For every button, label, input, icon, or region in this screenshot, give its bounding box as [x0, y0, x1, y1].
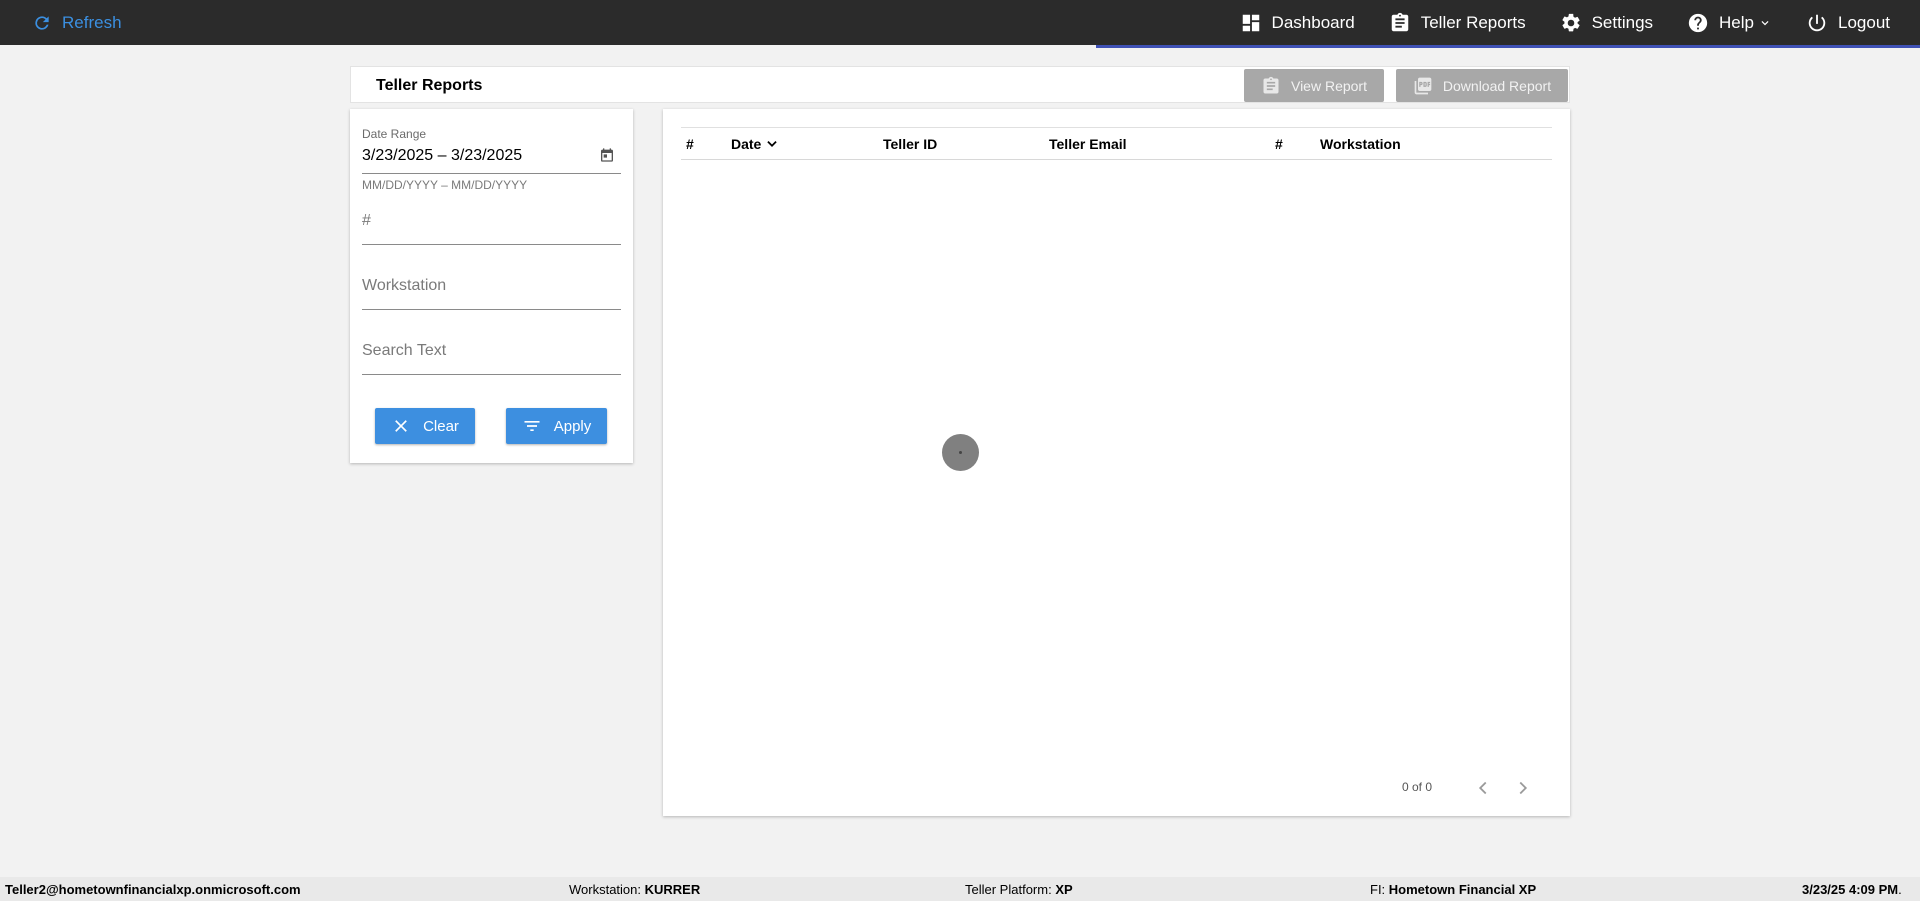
- workstation-placeholder: Workstation: [362, 277, 447, 294]
- col-header-date[interactable]: Date: [731, 136, 779, 152]
- date-range-value[interactable]: 3/23/2025 – 3/23/2025: [362, 147, 621, 165]
- chevron-left-icon: [1478, 781, 1487, 795]
- footer-datetime-value: 3/23/25 4:09 PM: [1802, 882, 1899, 897]
- date-range-label: Date Range: [362, 127, 427, 141]
- nav-teller-reports[interactable]: Teller Reports: [1389, 12, 1526, 34]
- help-icon: [1688, 13, 1708, 32]
- pagination-status: 0 of 0: [1402, 780, 1433, 794]
- number-underline: [362, 244, 621, 245]
- date-range-underline: [362, 173, 621, 174]
- refresh-icon: [35, 16, 49, 30]
- pdf-icon: [1414, 77, 1432, 94]
- footer-workstation-label: Workstation:: [569, 882, 645, 897]
- close-icon: [395, 420, 407, 432]
- footer-platform: Teller Platform: XP: [965, 882, 1073, 897]
- footer-datetime: 3/23/25 4:09 PM.: [1802, 882, 1902, 897]
- download-report-button[interactable]: Download Report: [1396, 69, 1568, 102]
- clear-label: Clear: [423, 417, 459, 435]
- clear-button[interactable]: Clear: [375, 408, 475, 444]
- chevron-down-icon: [1761, 20, 1769, 25]
- loading-spinner: [942, 434, 979, 471]
- power-icon: [1808, 14, 1826, 31]
- col-header-teller-id[interactable]: Teller ID: [883, 136, 937, 152]
- col-header-number-2-label: #: [1275, 136, 1283, 152]
- col-header-number-label: #: [686, 136, 694, 152]
- status-footer: Teller2@hometownfinancialxp.onmicrosoft.…: [0, 877, 1920, 901]
- footer-workstation: Workstation: KURRER: [569, 882, 700, 897]
- results-table-card: # Date Teller ID Teller Email # Workstat…: [663, 109, 1570, 816]
- workstation-field[interactable]: Workstation: [362, 277, 621, 312]
- col-header-workstation[interactable]: Workstation: [1320, 136, 1401, 152]
- footer-user-email: Teller2@hometownfinancialxp.onmicrosoft.…: [5, 882, 301, 897]
- date-range-hint: MM/DD/YYYY – MM/DD/YYYY: [362, 178, 528, 192]
- clipboard-icon: [1391, 12, 1408, 31]
- loading-progress-bar: [1096, 45, 1920, 48]
- previous-page-button[interactable]: [1472, 777, 1494, 799]
- calendar-icon[interactable]: [599, 147, 615, 163]
- filter-icon: [524, 421, 540, 431]
- refresh-button[interactable]: Refresh: [32, 10, 122, 36]
- nav-settings-label: Settings: [1591, 12, 1654, 32]
- number-field[interactable]: #: [362, 212, 621, 247]
- chevron-right-icon: [1519, 781, 1528, 795]
- view-report-label: View Report: [1290, 77, 1367, 94]
- footer-workstation-value: KURRER: [644, 882, 701, 897]
- footer-fi-label: FI:: [1370, 882, 1389, 897]
- dashboard-icon: [1242, 14, 1259, 31]
- nav-logout-label: Logout: [1838, 12, 1890, 32]
- page-header-card: Teller Reports View Report Download Repo…: [350, 66, 1570, 103]
- top-bar: Refresh Dashboard Teller Reports Setting…: [0, 0, 1920, 45]
- footer-platform-value: XP: [1055, 882, 1073, 897]
- gear-icon: [1562, 13, 1580, 31]
- date-range-hint-wrap: MM/DD/YYYY – MM/DD/YYYY: [362, 178, 621, 192]
- col-header-number-2[interactable]: #: [1275, 136, 1283, 152]
- number-placeholder: #: [362, 212, 371, 229]
- col-header-teller-id-label: Teller ID: [883, 136, 938, 152]
- nav-dashboard-label: Dashboard: [1271, 12, 1355, 32]
- next-page-button[interactable]: [1512, 777, 1534, 799]
- col-header-teller-email[interactable]: Teller Email: [1049, 136, 1127, 152]
- sort-down-icon: [767, 141, 778, 147]
- footer-fi-value: Hometown Financial XP: [1388, 882, 1537, 897]
- footer-user: Teller2@hometownfinancialxp.onmicrosoft.…: [5, 882, 301, 897]
- table-header: # Date Teller ID Teller Email # Workstat…: [681, 127, 1552, 160]
- clipboard-icon: [1263, 76, 1279, 93]
- main-nav: Dashboard Teller Reports Settings Help L…: [1206, 0, 1890, 45]
- nav-teller-reports-label: Teller Reports: [1420, 12, 1526, 32]
- footer-platform-label: Teller Platform:: [965, 882, 1056, 897]
- nav-dashboard[interactable]: Dashboard: [1240, 12, 1355, 34]
- view-report-button[interactable]: View Report: [1244, 69, 1384, 102]
- search-underline: [362, 374, 621, 375]
- date-range-field[interactable]: Date Range 3/23/2025 – 3/23/2025: [362, 127, 621, 174]
- search-field[interactable]: Search Text: [362, 342, 621, 377]
- footer-datetime-suffix: .: [1898, 882, 1902, 897]
- search-placeholder: Search Text: [362, 342, 447, 359]
- apply-label: Apply: [553, 417, 592, 435]
- col-header-number[interactable]: #: [686, 136, 694, 152]
- nav-help[interactable]: Help: [1687, 12, 1772, 34]
- col-header-workstation-label: Workstation: [1320, 136, 1401, 152]
- apply-button[interactable]: Apply: [506, 408, 607, 444]
- footer-fi: FI: Hometown Financial XP: [1370, 882, 1536, 897]
- col-header-teller-email-label: Teller Email: [1049, 136, 1127, 152]
- nav-help-label: Help: [1719, 12, 1754, 32]
- download-report-label: Download Report: [1442, 77, 1552, 94]
- workstation-underline: [362, 309, 621, 310]
- page-title: Teller Reports: [376, 77, 483, 94]
- filter-panel: Date Range 3/23/2025 – 3/23/2025 MM/DD/Y…: [350, 109, 633, 463]
- nav-settings[interactable]: Settings: [1560, 12, 1653, 34]
- nav-logout[interactable]: Logout: [1806, 12, 1890, 34]
- col-header-date-label: Date: [731, 136, 762, 152]
- refresh-label: Refresh: [62, 13, 122, 32]
